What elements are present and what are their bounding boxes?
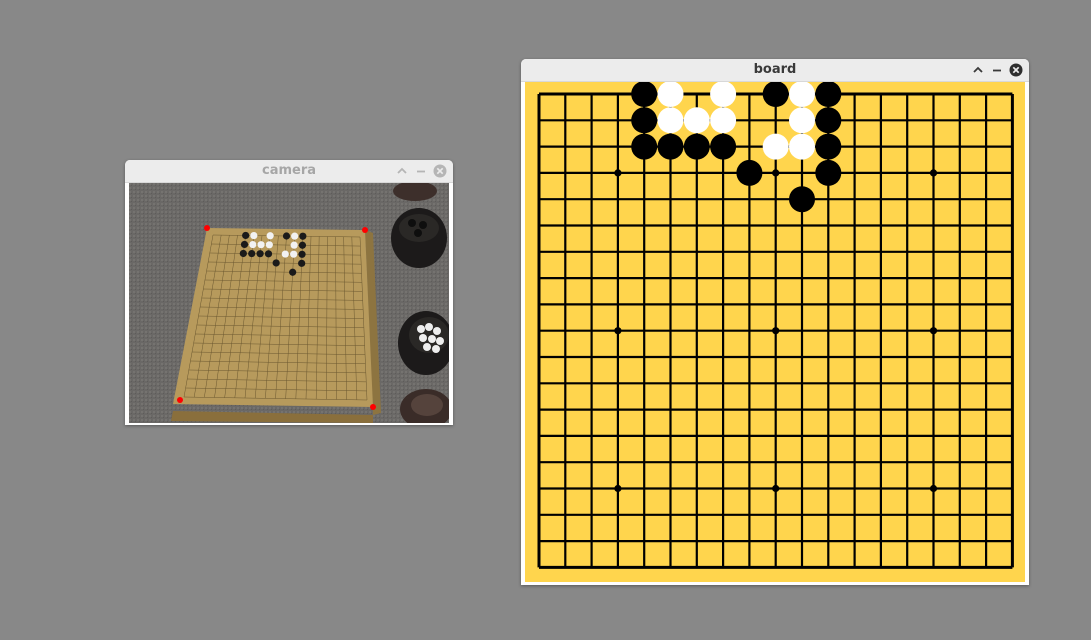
white-stone: [789, 107, 815, 134]
star-point: [772, 327, 780, 335]
star-point: [929, 169, 938, 177]
black-stone: [631, 133, 658, 160]
board-titlebar[interactable]: board: [521, 59, 1029, 82]
black-stone: [683, 133, 710, 160]
close-icon[interactable]: [432, 164, 447, 179]
star-point: [614, 169, 622, 177]
camera-white-stone: [291, 232, 299, 240]
black-stone: [762, 81, 789, 107]
board-window: board: [521, 59, 1029, 585]
black-stone: [815, 133, 842, 160]
black-stone: [815, 81, 842, 107]
camera-feed: [129, 183, 449, 423]
window-title: board: [753, 62, 797, 77]
minimize-icon[interactable]: [989, 63, 1004, 78]
white-stone: [710, 81, 737, 107]
close-icon[interactable]: [1008, 63, 1023, 78]
black-stone: [710, 133, 737, 160]
black-stone: [815, 107, 842, 134]
camera-white-stone: [281, 250, 289, 258]
black-stone: [789, 186, 815, 213]
camera-white-stone: [265, 241, 273, 249]
white-stone: [710, 107, 737, 134]
go-board-canvas[interactable]: [525, 81, 1025, 582]
star-point: [772, 169, 780, 177]
camera-black-stone: [298, 250, 306, 258]
black-stone: [631, 81, 658, 107]
camera-white-stone: [249, 240, 257, 249]
camera-black-stone: [256, 250, 264, 258]
star-point: [929, 484, 938, 493]
black-stone: [631, 107, 658, 134]
star-point: [614, 327, 622, 335]
white-stone: [789, 133, 815, 160]
white-stone: [657, 107, 684, 134]
minimize-icon[interactable]: [413, 164, 428, 179]
camera-window: camera: [125, 160, 453, 425]
black-stone: [657, 133, 684, 160]
camera-black-stone: [282, 232, 291, 240]
camera-black-stone: [299, 232, 307, 240]
camera-white-stone: [250, 231, 258, 240]
star-point: [929, 327, 938, 335]
camera-black-stone: [248, 249, 256, 258]
camera-white-stone: [290, 241, 298, 249]
camera-black-stone: [298, 241, 307, 249]
white-stone: [657, 81, 684, 107]
go-board[interactable]: [525, 81, 1025, 582]
white-stone: [762, 133, 789, 160]
star-point: [614, 484, 622, 493]
camera-black-stone: [298, 259, 306, 267]
star-point: [772, 484, 780, 493]
camera-white-stone: [257, 241, 265, 249]
window-controls: [970, 62, 1023, 78]
window-controls: [394, 163, 447, 179]
camera-white-stone: [290, 250, 298, 258]
camera-black-stone: [264, 250, 273, 258]
maximize-icon[interactable]: [970, 63, 985, 78]
white-stone: [683, 107, 710, 134]
camera-black-stone: [242, 231, 250, 240]
black-stone: [815, 159, 842, 186]
camera-black-stone: [289, 268, 297, 276]
camera-image: [129, 183, 449, 423]
camera-titlebar[interactable]: camera: [125, 160, 453, 183]
camera-black-stone: [272, 259, 280, 267]
white-stone: [789, 81, 815, 107]
camera-black-stone: [239, 249, 247, 258]
camera-white-stone: [266, 232, 274, 240]
black-stone: [736, 159, 763, 186]
maximize-icon[interactable]: [394, 164, 409, 179]
camera-black-stone: [240, 240, 249, 249]
